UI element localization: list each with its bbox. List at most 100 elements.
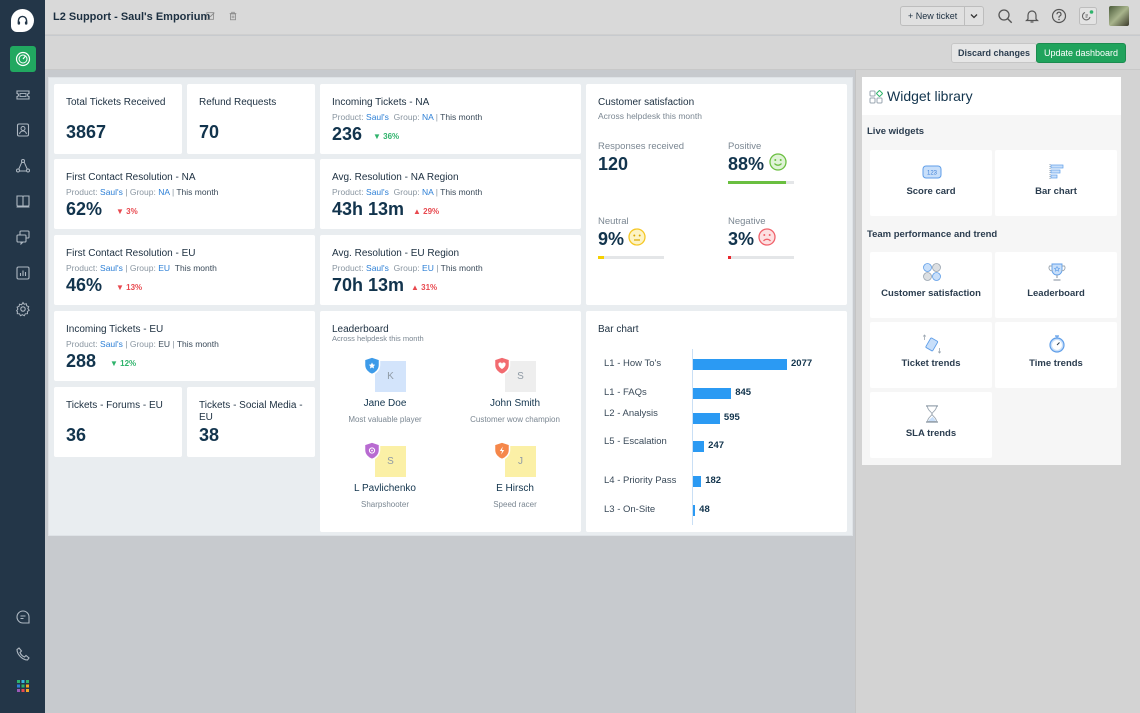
bar-value-label: 48 (699, 504, 710, 515)
new-ticket-button[interactable]: + New ticket (901, 7, 966, 25)
phone-icon (16, 647, 30, 661)
widget-title: Tickets - Social Media - EU (199, 400, 303, 423)
bolt-shield-icon (493, 441, 511, 461)
widget-tile-bar-chart[interactable]: Bar chart (995, 150, 1117, 216)
sidebar-item-contacts[interactable] (10, 117, 36, 143)
widget-title: Refund Requests (199, 97, 277, 108)
top-header: L2 Support - Saul's Emporium + New ticke… (45, 0, 1140, 35)
chart-title: Bar chart (598, 324, 639, 335)
widget-tile-time-trends[interactable]: Time trends (995, 322, 1117, 388)
sidebar-item-discussions[interactable] (10, 224, 36, 250)
widget-title: Customer satisfaction (598, 97, 695, 108)
bar-category-label: L1 - How To's (604, 358, 662, 369)
chevron-down-icon (970, 14, 978, 19)
user-avatar[interactable] (1109, 6, 1129, 26)
trend-down-delta: ▼ 12% (110, 359, 137, 368)
widget-value: 70h 13m (332, 275, 405, 295)
sidebar-item-knowledge-base[interactable] (10, 188, 36, 214)
neutral-value: 9% (598, 229, 625, 249)
sidebar-item-apps[interactable] (10, 673, 36, 699)
settings-icon (15, 301, 30, 317)
sidebar-item-reports[interactable] (10, 260, 36, 286)
chart-axis (692, 349, 693, 525)
widget-library-title: Widget library (887, 88, 973, 104)
widget-tile-sla-trends[interactable]: SLA trends (870, 392, 992, 458)
target-shield-icon (363, 441, 381, 461)
trend-down-delta: ▼ 13% (116, 283, 143, 292)
tile-label: Leaderboard (1027, 288, 1085, 299)
widget-value: 3867 (66, 122, 107, 142)
widget-incoming-eu[interactable]: Incoming Tickets - EU Product: Saul's | … (54, 311, 315, 381)
section-label: Live widgets (867, 126, 925, 137)
agent-name: L Pavlichenko (354, 483, 416, 494)
chat-icon (16, 610, 30, 624)
bar[interactable] (693, 441, 705, 452)
discard-changes-button[interactable]: Discard changes (951, 43, 1038, 63)
trophy-icon (1048, 263, 1066, 281)
responses-value: 120 (598, 154, 629, 174)
bar[interactable] (693, 505, 696, 516)
widget-title: Incoming Tickets - EU (66, 324, 164, 335)
widget-library-header: Widget library (862, 77, 1121, 115)
sidebar-item-settings[interactable] (10, 296, 36, 322)
sidebar-item-phone[interactable] (10, 641, 36, 667)
bar[interactable] (693, 476, 702, 487)
dashboard-icon (15, 51, 31, 67)
trend-down-delta: ▼ 36% (373, 132, 400, 141)
widget-library-icon (869, 90, 883, 104)
negative-label: Negative (728, 216, 766, 227)
sidebar-item-dashboard[interactable] (10, 46, 36, 72)
widget-filters: Product: Saul's Group: NA | This month (332, 187, 483, 197)
widget-total-tickets[interactable]: Total Tickets Received 3867 (54, 84, 182, 154)
widget-tile-leaderboard[interactable]: Leaderboard (995, 252, 1117, 318)
widget-leaderboard[interactable]: Leaderboard Across helpdesk this month K… (320, 311, 581, 532)
search-icon[interactable] (997, 8, 1013, 24)
sidebar-item-social[interactable] (10, 153, 36, 179)
widget-refund-requests[interactable]: Refund Requests 70 (187, 84, 315, 154)
widget-fcr-eu[interactable]: First Contact Resolution - EU Product: S… (54, 235, 315, 305)
app-logo-icon[interactable] (11, 9, 34, 32)
widget-customer-satisfaction[interactable]: Customer satisfaction Across helpdesk th… (586, 84, 847, 305)
widget-avg-resolution-na[interactable]: Avg. Resolution - NA Region Product: Sau… (320, 159, 581, 229)
bar-category-label: L4 - Priority Pass (604, 475, 677, 486)
widget-fcr-na[interactable]: First Contact Resolution - NA Product: S… (54, 159, 315, 229)
widget-bar-chart[interactable]: Bar chart L1 - How To's 2077 L1 - FAQs 845 L… (586, 311, 847, 532)
edit-icon[interactable] (206, 11, 216, 21)
agent-award: Speed racer (493, 500, 537, 509)
widget-tile-score-card[interactable]: 123 Score card (870, 150, 992, 216)
negative-bar (728, 256, 794, 259)
widget-filters: Product: Saul's Group: EU | This month (332, 263, 483, 273)
sidebar-item-chat[interactable] (10, 604, 36, 630)
widget-tickets-forums-eu[interactable]: Tickets - Forums - EU 36 (54, 387, 182, 457)
heart-shield-icon (493, 356, 511, 376)
discussions-icon (16, 230, 30, 245)
reports-icon (16, 266, 30, 280)
freshchat-status-icon[interactable] (1079, 7, 1097, 25)
bar[interactable] (693, 359, 787, 370)
sidebar-item-tickets[interactable] (10, 82, 36, 108)
widget-avg-resolution-eu[interactable]: Avg. Resolution - EU Region Product: Sau… (320, 235, 581, 305)
responses-label: Responses received (598, 141, 685, 152)
update-dashboard-button[interactable]: Update dashboard (1036, 43, 1127, 63)
widget-incoming-na[interactable]: Incoming Tickets - NA Product: Saul's Gr… (320, 84, 581, 154)
svg-text:123: 123 (927, 171, 938, 177)
bar[interactable] (693, 388, 732, 399)
widget-tickets-social-eu[interactable]: Tickets - Social Media - EU 38 (187, 387, 315, 457)
happy-face-icon (769, 153, 787, 171)
sidebar (0, 0, 45, 713)
bar-value-label: 595 (723, 412, 740, 423)
widget-filters: Product: Saul's Group: NA | This month (332, 112, 483, 122)
agent-award: Most valuable player (348, 415, 422, 424)
widget-tile-ticket-trends[interactable]: Ticket trends (870, 322, 992, 388)
bar[interactable] (693, 413, 720, 424)
new-ticket-dropdown[interactable] (965, 7, 983, 25)
notifications-bell-icon[interactable] (1024, 8, 1040, 24)
widget-value: 70 (199, 122, 220, 142)
bar-category-label: L2 - Analysis (604, 408, 658, 419)
help-icon[interactable] (1051, 8, 1067, 24)
neutral-bar (598, 256, 664, 259)
stopwatch-icon (1049, 335, 1065, 353)
widget-tile-customer-satisfaction[interactable]: Customer satisfaction (870, 252, 992, 318)
delete-icon[interactable] (228, 11, 238, 21)
knowledge-base-icon (16, 195, 30, 208)
